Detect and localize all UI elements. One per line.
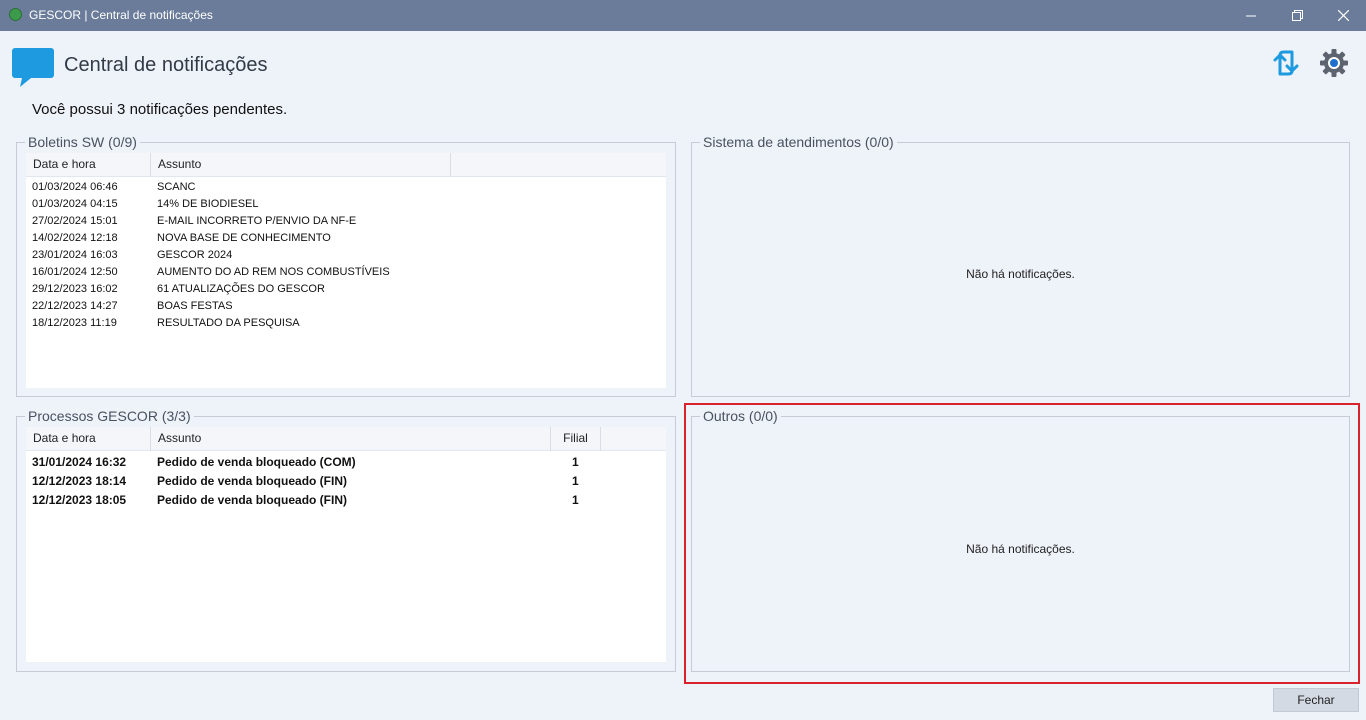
empty-message: Não há notificações. xyxy=(966,267,1075,281)
table-row[interactable]: 29/12/2023 16:02 61 ATUALIZAÇÕES DO GESCO… xyxy=(26,281,666,298)
close-button[interactable]: Fechar xyxy=(1273,688,1359,712)
grid-header: Data e hora Assunto xyxy=(26,153,666,177)
boletins-group: Boletins SW (0/9) Data e hora Assunto 01… xyxy=(16,133,676,397)
row-datetime: 01/03/2024 06:46 xyxy=(32,181,118,193)
settings-button[interactable] xyxy=(1317,47,1351,79)
row-datetime: 29/12/2023 16:02 xyxy=(32,283,118,295)
row-datetime: 23/01/2024 16:03 xyxy=(32,249,118,261)
row-subject: Pedido de venda bloqueado (COM) xyxy=(157,455,356,469)
window-title: GESCOR | Central de notificações xyxy=(29,8,213,22)
row-datetime: 16/01/2024 12:50 xyxy=(32,266,118,278)
column-header-datetime[interactable]: Data e hora xyxy=(26,153,151,177)
close-window-button[interactable] xyxy=(1320,0,1366,31)
minimize-icon xyxy=(1246,15,1256,16)
atendimentos-group: Sistema de atendimentos (0/0) Não há not… xyxy=(691,133,1350,397)
table-row[interactable]: 16/01/2024 12:50 AUMENTO DO AD REM NOS CO… xyxy=(26,264,666,281)
table-row[interactable]: 12/12/2023 18:14 Pedido de venda bloquead… xyxy=(26,472,666,491)
row-subject: 61 ATUALIZAÇÕES DO GESCOR xyxy=(157,283,325,295)
table-row[interactable]: 14/02/2024 12:18 NOVA BASE DE CONHECIMENT… xyxy=(26,230,666,247)
table-row[interactable]: 18/12/2023 11:19 RESULTADO DA PESQUISA xyxy=(26,315,666,332)
processos-grid[interactable]: Data e hora Assunto Filial 31/01/2024 16… xyxy=(26,427,666,662)
row-subject: RESULTADO DA PESQUISA xyxy=(157,317,300,329)
grid-header: Data e hora Assunto Filial xyxy=(26,427,666,451)
restore-icon xyxy=(1291,10,1303,21)
table-row[interactable]: 31/01/2024 16:32 Pedido de venda bloquead… xyxy=(26,453,666,472)
table-row[interactable]: 23/01/2024 16:03 GESCOR 2024 xyxy=(26,247,666,264)
table-row[interactable]: 12/12/2023 18:05 Pedido de venda bloquead… xyxy=(26,491,666,510)
close-icon xyxy=(1337,10,1349,21)
table-row[interactable]: 27/02/2024 15:01 E-MAIL INCORRETO P/ENVIO… xyxy=(26,213,666,230)
app-icon xyxy=(9,8,22,21)
atendimentos-legend: Sistema de atendimentos (0/0) xyxy=(700,133,897,151)
row-filial: 1 xyxy=(572,474,579,488)
restore-button[interactable] xyxy=(1274,0,1320,31)
row-datetime: 27/02/2024 15:01 xyxy=(32,215,118,227)
row-subject: BOAS FESTAS xyxy=(157,300,233,312)
highlight-box xyxy=(684,403,1360,684)
row-subject: SCANC xyxy=(157,181,196,193)
boletins-grid[interactable]: Data e hora Assunto 01/03/2024 06:46 SCAN… xyxy=(26,153,666,388)
row-datetime: 01/03/2024 04:15 xyxy=(32,198,118,210)
row-subject: E-MAIL INCORRETO P/ENVIO DA NF-E xyxy=(157,215,357,227)
column-header-subject[interactable]: Assunto xyxy=(151,153,451,177)
gear-icon xyxy=(1320,49,1348,77)
row-subject: Pedido de venda bloqueado (FIN) xyxy=(157,474,348,488)
boletins-legend: Boletins SW (0/9) xyxy=(25,133,140,151)
refresh-button[interactable] xyxy=(1269,48,1303,78)
row-subject: NOVA BASE DE CONHECIMENTO xyxy=(157,232,331,244)
table-row[interactable]: 22/12/2023 14:27 BOAS FESTAS xyxy=(26,298,666,315)
row-datetime: 22/12/2023 14:27 xyxy=(32,300,118,312)
row-subject: 14% DE BIODIESEL xyxy=(157,198,259,210)
row-datetime: 12/12/2023 18:05 xyxy=(32,493,127,507)
processos-group: Processos GESCOR (3/3) Data e hora Assun… xyxy=(16,407,676,672)
row-datetime: 14/02/2024 12:18 xyxy=(32,232,118,244)
column-header-datetime[interactable]: Data e hora xyxy=(26,427,151,451)
row-subject: GESCOR 2024 xyxy=(157,249,233,261)
row-filial: 1 xyxy=(572,493,579,507)
row-subject: Pedido de venda bloqueado (FIN) xyxy=(157,493,348,507)
column-header-filial[interactable]: Filial xyxy=(551,427,601,451)
page-title: Central de notificações xyxy=(64,54,268,76)
title-bar: GESCOR | Central de notificações xyxy=(0,0,1366,31)
table-row[interactable]: 01/03/2024 04:15 14% DE BIODIESEL xyxy=(26,196,666,213)
pending-notifications-text: Você possui 3 notificações pendentes. xyxy=(32,101,288,118)
row-datetime: 12/12/2023 18:14 xyxy=(32,474,127,488)
row-filial: 1 xyxy=(572,455,579,469)
column-header-subject[interactable]: Assunto xyxy=(151,427,551,451)
chat-bubble-icon xyxy=(11,46,55,88)
processos-legend: Processos GESCOR (3/3) xyxy=(25,407,194,425)
row-datetime: 31/01/2024 16:32 xyxy=(32,455,127,469)
row-datetime: 18/12/2023 11:19 xyxy=(32,317,117,329)
minimize-button[interactable] xyxy=(1228,0,1274,31)
row-subject: AUMENTO DO AD REM NOS COMBUSTÍVEIS xyxy=(157,266,390,278)
refresh-icon xyxy=(1273,50,1299,76)
table-row[interactable]: 01/03/2024 06:46 SCANC xyxy=(26,179,666,196)
